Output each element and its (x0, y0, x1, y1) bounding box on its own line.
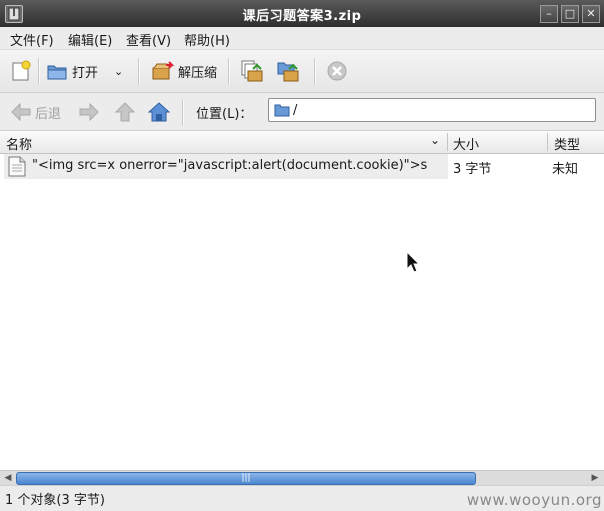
stop-icon (327, 61, 347, 81)
maximize-icon[interactable]: □ (561, 5, 579, 23)
menu-help[interactable]: 帮助(H) (184, 30, 230, 49)
minimize-icon[interactable]: – (540, 5, 558, 23)
stop-button[interactable] (326, 58, 348, 84)
location-separator (182, 100, 184, 126)
new-archive-icon (12, 60, 31, 81)
up-button[interactable] (114, 101, 136, 123)
horizontal-scrollbar[interactable]: ◀ ||| ▶ (0, 470, 604, 485)
menu-bar: 文件(F) 编辑(E) 查看(V) 帮助(H) (0, 27, 604, 50)
status-text: 1 个对象(3 字节) (5, 493, 105, 508)
file-name: "<img src=x onerror="javascript:alert(do… (32, 158, 428, 173)
up-arrow-icon (114, 102, 136, 122)
grip-icon: ||| (241, 473, 251, 483)
add-files-button[interactable] (240, 58, 266, 84)
toolbar: 打开 ⌄ 解压缩 (0, 50, 604, 93)
name-cell[interactable]: "<img src=x onerror="javascript:alert(do… (4, 154, 448, 179)
column-size[interactable]: 大小 (453, 134, 479, 153)
add-files-icon (241, 60, 263, 82)
home-button[interactable] (148, 101, 170, 123)
menu-view[interactable]: 查看(V) (126, 30, 171, 49)
title-bar: 课后习题答案3.zip – □ ✕ (0, 0, 604, 27)
scroll-right-icon[interactable]: ▶ (588, 472, 602, 484)
file-size: 3 字节 (453, 162, 492, 177)
back-arrow-icon (11, 102, 31, 122)
window-title: 课后习题答案3.zip (242, 9, 362, 24)
extract-label: 解压缩 (178, 65, 218, 81)
file-icon (8, 156, 26, 177)
open-label: 打开 (72, 65, 99, 81)
back-button[interactable]: 后退 (10, 101, 61, 123)
folder-icon (274, 104, 290, 117)
close-icon[interactable]: ✕ (582, 5, 600, 23)
menu-file[interactable]: 文件(F) (10, 30, 54, 49)
menu-edit[interactable]: 编辑(E) (68, 30, 112, 49)
column-type[interactable]: 类型 (554, 134, 580, 153)
column-name[interactable]: 名称 (6, 134, 32, 153)
mouse-cursor-icon (406, 251, 420, 273)
toolbar-separator (138, 58, 140, 84)
add-folder-icon (277, 62, 299, 82)
forward-button[interactable] (78, 101, 100, 123)
home-icon (148, 102, 170, 122)
location-bar: 后退 位置(L)： / (0, 93, 604, 131)
forward-arrow-icon (79, 102, 99, 122)
chevron-down-icon[interactable]: ⌄ (430, 133, 440, 147)
column-divider[interactable] (547, 133, 548, 151)
toolbar-separator (38, 58, 40, 84)
watermark: www.wooyun.org (466, 491, 602, 509)
file-type: 未知 (552, 162, 579, 177)
toolbar-separator (228, 58, 230, 84)
location-label: 位置(L)： (196, 107, 253, 122)
location-path: / (293, 103, 298, 118)
column-divider[interactable] (447, 133, 448, 151)
new-archive-button[interactable] (10, 58, 32, 84)
table-row[interactable]: "<img src=x onerror="javascript:alert(do… (0, 154, 604, 180)
location-field[interactable]: / (268, 98, 596, 122)
scroll-left-icon[interactable]: ◀ (1, 472, 15, 484)
open-button[interactable]: 打开 ⌄ (46, 58, 123, 84)
chevron-down-icon[interactable]: ⌄ (114, 65, 123, 78)
open-folder-icon (47, 65, 67, 80)
extract-icon (152, 61, 174, 80)
extract-button[interactable]: 解压缩 (150, 58, 217, 84)
scrollbar-thumb[interactable]: ||| (16, 472, 476, 485)
add-folder-button[interactable] (276, 58, 302, 84)
toolbar-separator (314, 58, 316, 84)
back-label: 后退 (35, 106, 62, 122)
column-header: 名称 ⌄ 大小 类型 (0, 131, 604, 154)
